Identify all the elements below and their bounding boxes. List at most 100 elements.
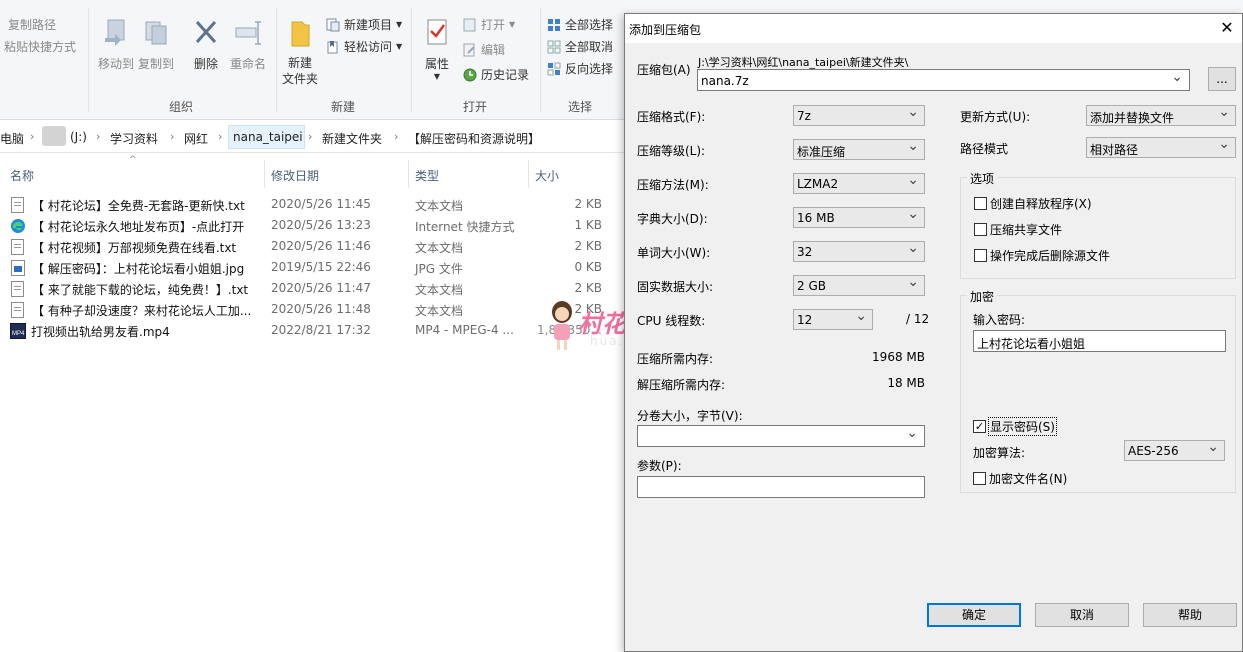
path-mode-label: 路径模式 xyxy=(960,142,1009,156)
paste-shortcut-button[interactable]: 粘贴快捷方式 xyxy=(4,38,76,55)
breadcrumb-item[interactable]: 网红 xyxy=(184,130,208,147)
file-name: 打视频出轨给男友看.mp4 xyxy=(31,325,170,339)
check-mark-icon: ✓ xyxy=(973,420,986,433)
column-header-name[interactable]: 名称 xyxy=(10,167,34,184)
password-input[interactable]: 上村花论坛看小姐姐 xyxy=(973,330,1226,352)
group-open-label: 打开 xyxy=(463,100,488,114)
encryption-method-select[interactable]: AES-256 xyxy=(1124,439,1225,461)
show-password-checkbox[interactable]: ✓ 显示密码(S) xyxy=(973,417,1057,436)
encrypt-filenames-checkbox[interactable]: 加密文件名(N) xyxy=(973,470,1067,487)
compress-memory-label: 压缩所需内存: xyxy=(637,352,714,366)
rename-button[interactable]: 重命名 xyxy=(218,18,278,72)
breadcrumb-root[interactable]: 电脑 xyxy=(0,130,24,147)
word-size-select[interactable]: 32 xyxy=(793,240,925,262)
ok-button[interactable]: 确定 xyxy=(927,603,1021,627)
select-all-button[interactable]: 全部选择 xyxy=(547,16,613,33)
format-label: 压缩格式(F): xyxy=(637,110,706,124)
select-none-button[interactable]: 全部取消 xyxy=(547,38,613,55)
breadcrumb-item[interactable]: 学习资料 xyxy=(110,130,158,147)
properties-button[interactable]: 属性 ▼ xyxy=(407,18,467,81)
file-row[interactable]: 【 村花视频】万部视频免费在线看.txt 2020/5/26 11:46 文本文… xyxy=(0,236,620,257)
file-type: 文本文档 xyxy=(415,304,464,318)
easy-access-icon xyxy=(327,40,338,53)
file-row[interactable]: 【 村花论坛永久地址发布页】-点此打开 2020/5/26 13:23 Inte… xyxy=(0,215,620,236)
sort-up-icon: ^ xyxy=(129,155,137,165)
column-header-type[interactable]: 类型 xyxy=(415,167,439,184)
solid-block-select[interactable]: 2 GB xyxy=(793,274,925,296)
invert-selection-button[interactable]: 反向选择 xyxy=(547,60,613,77)
method-label: 压缩方法(M): xyxy=(637,178,709,192)
update-mode-select[interactable]: 添加并替换文件 xyxy=(1086,104,1236,126)
drive-icon xyxy=(42,126,66,146)
file-type: 文本文档 xyxy=(415,283,464,297)
path-mode-select[interactable]: 相对路径 xyxy=(1086,136,1236,158)
breadcrumb-drive[interactable]: (J:) xyxy=(70,130,87,144)
cancel-button[interactable]: 取消 xyxy=(1035,603,1129,627)
word-size-label: 单词大小(W): xyxy=(637,246,711,260)
decompress-memory-label: 解压缩所需内存: xyxy=(637,378,726,392)
history-button[interactable]: 历史记录 xyxy=(463,66,529,83)
delete-after-checkbox[interactable]: 操作完成后删除源文件 xyxy=(974,247,1110,264)
breadcrumb-item[interactable]: 新建文件夹 xyxy=(322,130,382,147)
video-file-icon: MP4 xyxy=(10,323,26,339)
dropdown-arrow-icon: ▼ xyxy=(396,42,403,51)
column-header-size[interactable]: 大小 xyxy=(535,167,559,184)
column-header-date[interactable]: 修改日期 xyxy=(271,167,319,184)
close-icon[interactable]: ✕ xyxy=(1216,18,1238,38)
image-file-icon xyxy=(11,260,25,276)
file-date: 2020/5/26 13:23 xyxy=(271,218,371,232)
password-label: 输入密码: xyxy=(973,313,1026,327)
method-select[interactable]: LZMA2 xyxy=(793,172,925,194)
open-button[interactable]: 打开 ▼ xyxy=(463,16,515,33)
file-row[interactable]: 【 村花论坛】全免费-无套路-更新快.txt 2020/5/26 11:45 文… xyxy=(0,194,620,215)
group-select-label: 选择 xyxy=(568,100,593,114)
split-volume-combobox[interactable] xyxy=(637,425,925,447)
edit-button[interactable]: 编辑 xyxy=(463,41,505,58)
parameters-label: 参数(P): xyxy=(637,459,682,473)
chevron-right-icon: › xyxy=(170,130,175,143)
parameters-input[interactable] xyxy=(637,476,925,498)
new-folder-icon xyxy=(291,21,310,47)
dropdown-arrow-icon: ▼ xyxy=(509,20,516,29)
breadcrumb-item[interactable]: 【解压密码和资源说明】 xyxy=(408,130,540,147)
dialog-title: 添加到压缩包 xyxy=(629,23,702,37)
add-to-archive-dialog: 添加到压缩包 ✕ 压缩包(A) J:\学习资料\网红\nana_taipei\新… xyxy=(624,13,1243,652)
level-select[interactable]: 标准压缩 xyxy=(793,138,925,160)
file-date: 2019/5/15 22:46 xyxy=(271,260,371,274)
copy-path-button[interactable]: 复制路径 xyxy=(4,16,56,33)
file-row[interactable]: MP4 打视频出轨给男友看.mp4 2022/8/21 17:32 MP4 - … xyxy=(0,320,620,341)
file-size: 0 KB xyxy=(574,260,602,274)
select-none-icon xyxy=(547,40,561,53)
invert-selection-icon xyxy=(547,62,561,75)
file-name: 【 村花视频】万部视频免费在线看.txt xyxy=(32,241,237,255)
checkbox-box xyxy=(974,249,987,262)
archive-name-combobox[interactable]: nana.7z xyxy=(697,69,1190,91)
dialog-titlebar[interactable]: 添加到压缩包 ✕ xyxy=(625,14,1242,43)
file-type: MP4 - MPEG-4 ... xyxy=(415,323,514,337)
text-file-icon xyxy=(11,197,24,213)
chevron-right-icon: › xyxy=(308,130,313,143)
format-select[interactable]: 7z xyxy=(793,104,925,126)
help-button[interactable]: 帮助 xyxy=(1143,603,1237,627)
encryption-method-label: 加密算法: xyxy=(973,446,1026,460)
cpu-threads-select[interactable]: 12 xyxy=(793,308,873,330)
group-new-label: 新建 xyxy=(331,100,356,114)
checkbox-box xyxy=(974,197,987,210)
checkbox-box xyxy=(974,223,987,236)
svg-text:MP4: MP4 xyxy=(12,331,25,337)
new-folder-button[interactable]: 新建 文件夹 xyxy=(270,18,330,87)
history-icon xyxy=(463,68,477,81)
dictionary-select[interactable]: 16 MB xyxy=(793,206,925,228)
easy-access-button[interactable]: 轻松访问 ▼ xyxy=(326,38,402,55)
new-item-button[interactable]: 新建项目 ▼ xyxy=(326,16,402,33)
compress-shared-checkbox[interactable]: 压缩共享文件 xyxy=(974,221,1062,238)
file-row[interactable]: 【 有种子却没速度？来村花论坛人工加... 2020/5/26 11:48 文本… xyxy=(0,299,620,320)
file-row[interactable]: 【 解压密码】：上村花论坛看小姐姐.jpg 2019/5/15 22:46 JP… xyxy=(0,257,620,278)
create-sfx-checkbox[interactable]: 创建自释放程序(X) xyxy=(974,195,1092,212)
dictionary-label: 字典大小(D): xyxy=(637,212,708,226)
text-file-icon xyxy=(11,239,24,255)
browse-button[interactable]: ... xyxy=(1208,67,1236,91)
split-volume-label: 分卷大小，字节(V): xyxy=(637,409,743,423)
file-row[interactable]: 【 来了就能下载的论坛，纯免费！】.txt 2020/5/26 11:47 文本… xyxy=(0,278,620,299)
breadcrumb-item[interactable]: nana_taipei xyxy=(233,130,303,144)
